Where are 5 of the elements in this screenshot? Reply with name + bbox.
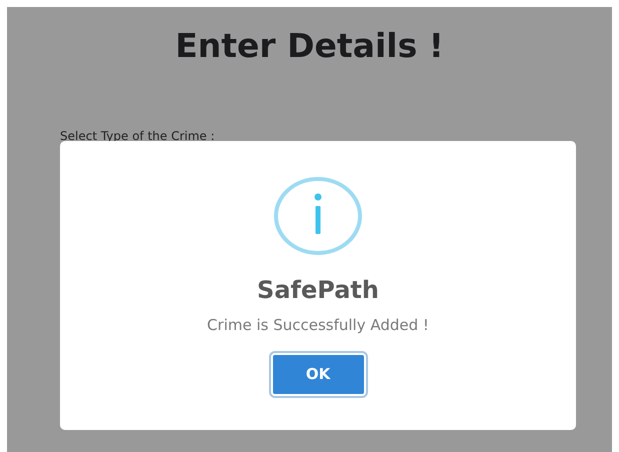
dialog-message: Crime is Successfully Added !	[207, 318, 429, 333]
info-icon	[273, 176, 363, 256]
ok-button[interactable]: OK	[270, 353, 366, 396]
dialog-title: SafePath	[257, 278, 379, 302]
page-title: Enter Details !	[175, 29, 444, 62]
